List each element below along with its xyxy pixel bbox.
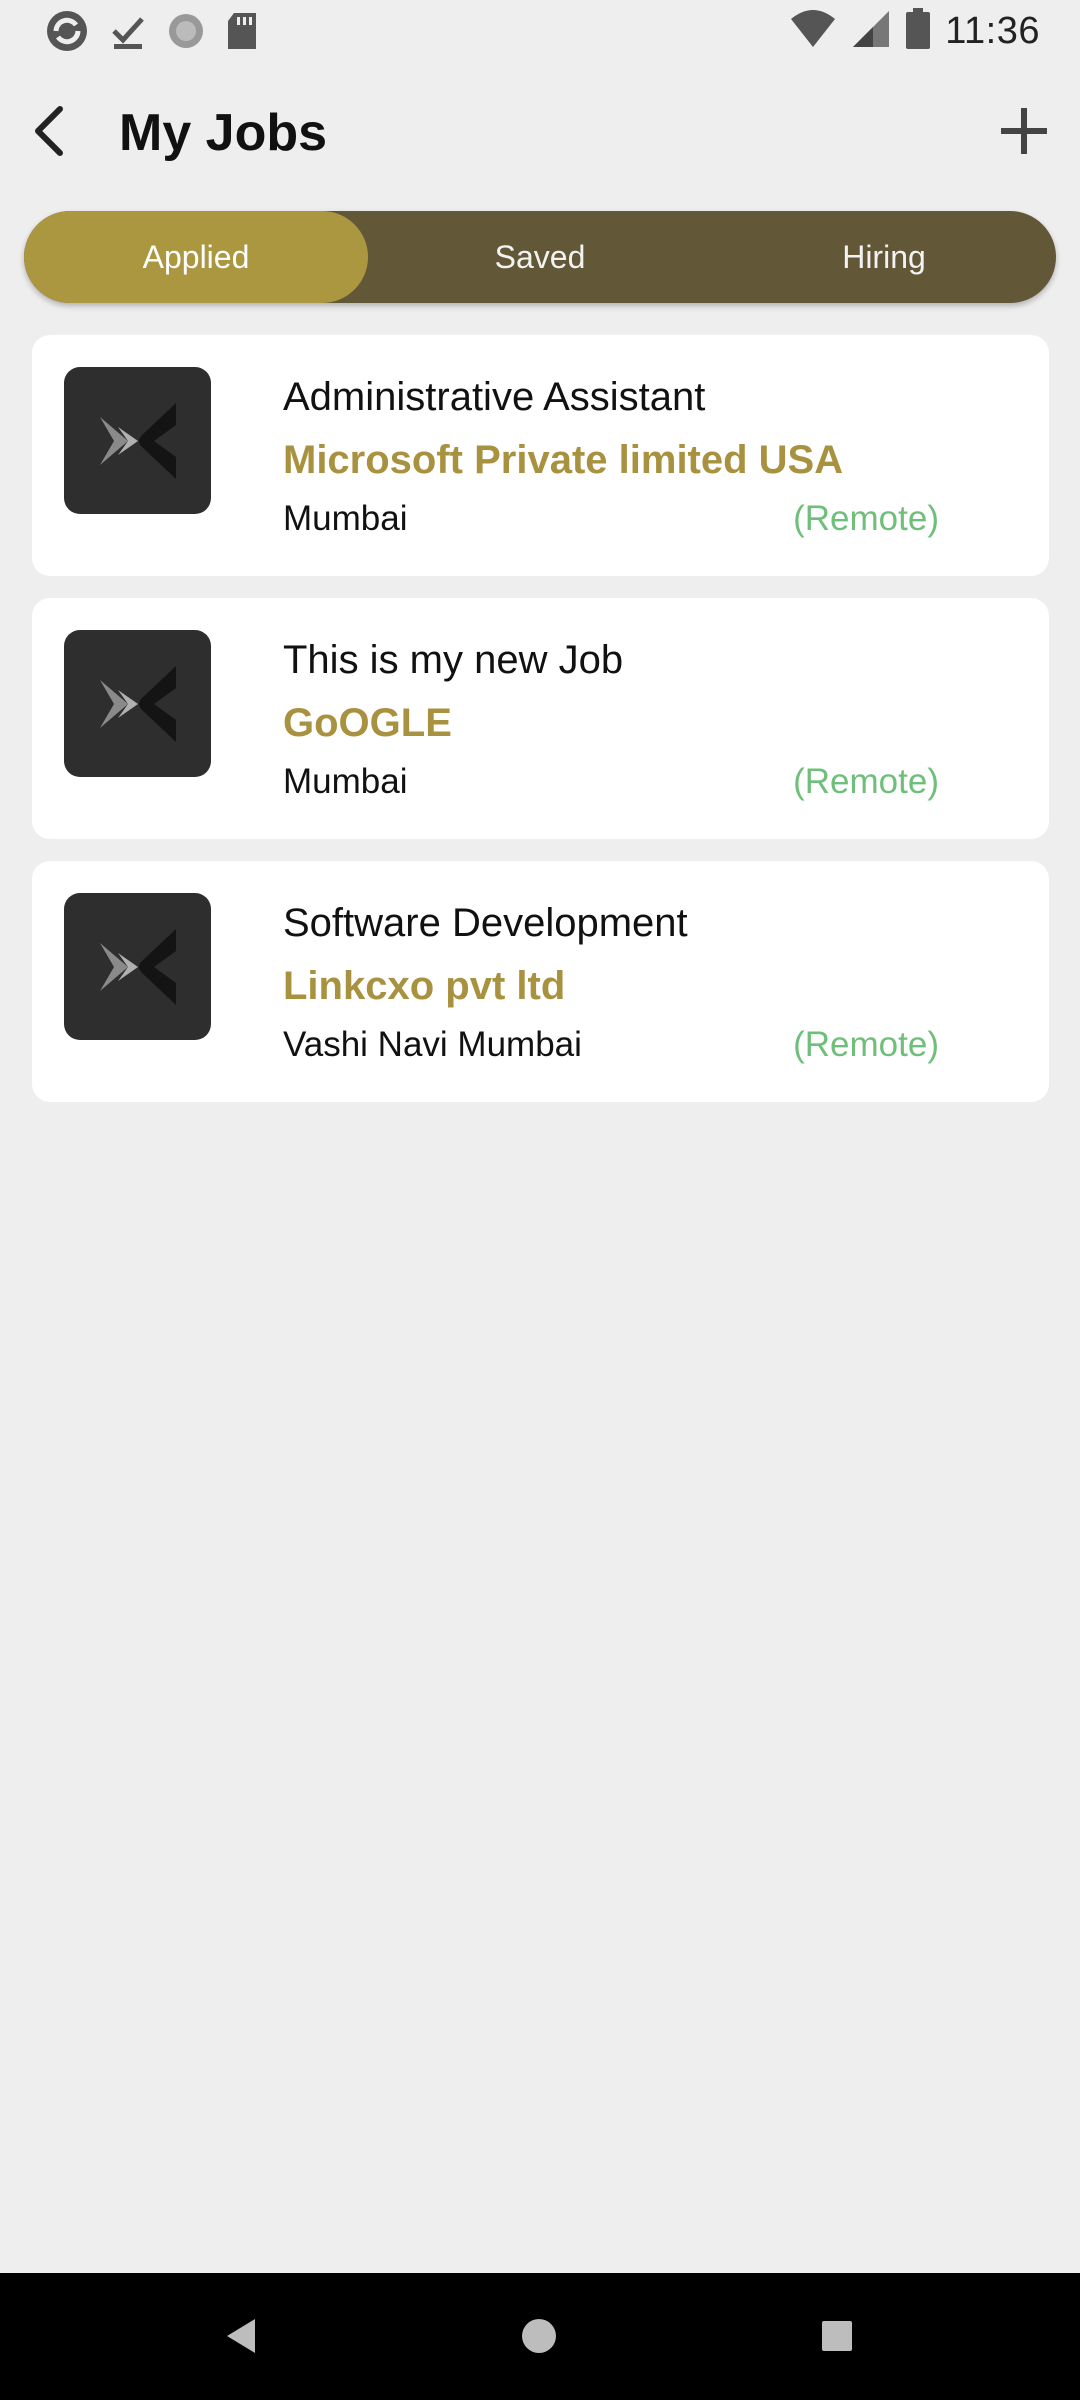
status-system: 11:36 [789,8,1040,55]
company-name: Microsoft Private limited USA [283,438,844,482]
company-name: Linkcxo pvt ltd [283,964,566,1008]
wifi-icon [789,9,837,54]
job-location: Mumbai [283,762,408,801]
system-nav-bar [0,2273,1080,2400]
work-mode-label: (Remote) [793,499,939,538]
company-logo-icon [64,367,211,514]
page-title: My Jobs [119,104,328,162]
job-title: Administrative Assistant [283,375,706,419]
download-done-icon [108,11,148,56]
job-title: Software Development [283,901,688,945]
sd-card-icon [224,11,260,56]
circle-home-icon [522,2319,556,2353]
tab-hiring[interactable]: Hiring [712,211,1056,303]
sync-icon [44,8,90,59]
job-card[interactable]: Administrative Assistant Microsoft Priva… [32,335,1049,576]
top-app-bar: My Jobs [0,63,1080,203]
work-mode-label: (Remote) [793,1025,939,1064]
company-name: GoOGLE [283,701,452,745]
tab-applied[interactable]: Applied [24,211,368,303]
work-mode-label: (Remote) [793,762,939,801]
arrow-back-icon [35,106,63,156]
loading-icon [166,11,206,56]
company-logo-icon [64,893,211,1040]
status-notifications [44,8,260,59]
add-job-button[interactable] [994,101,1054,161]
battery-icon [905,8,931,55]
triangle-back-icon [227,2319,255,2353]
signal-icon [851,9,891,54]
plus-icon [1001,108,1047,154]
status-bar: 11:36 [0,0,1080,63]
square-recents-icon [822,2321,852,2351]
nav-home-button[interactable] [509,2306,569,2366]
company-logo-icon [64,630,211,777]
job-location: Mumbai [283,499,408,538]
back-button[interactable] [22,101,78,161]
job-tabs: Applied Saved Hiring [24,211,1056,303]
job-location: Vashi Navi Mumbai [283,1025,582,1064]
job-card[interactable]: This is my new Job GoOGLE Mumbai (Remote… [32,598,1049,839]
job-card[interactable]: Software Development Linkcxo pvt ltd Vas… [32,861,1049,1102]
job-title: This is my new Job [283,638,624,682]
nav-recents-button[interactable] [807,2306,867,2366]
job-list: Administrative Assistant Microsoft Priva… [32,335,1049,1124]
tab-saved[interactable]: Saved [368,211,712,303]
nav-back-button[interactable] [211,2306,271,2366]
status-time: 11:36 [945,10,1040,52]
app-screen: 11:36 My Jobs Applied Saved Hiring Admin… [0,0,1080,2400]
